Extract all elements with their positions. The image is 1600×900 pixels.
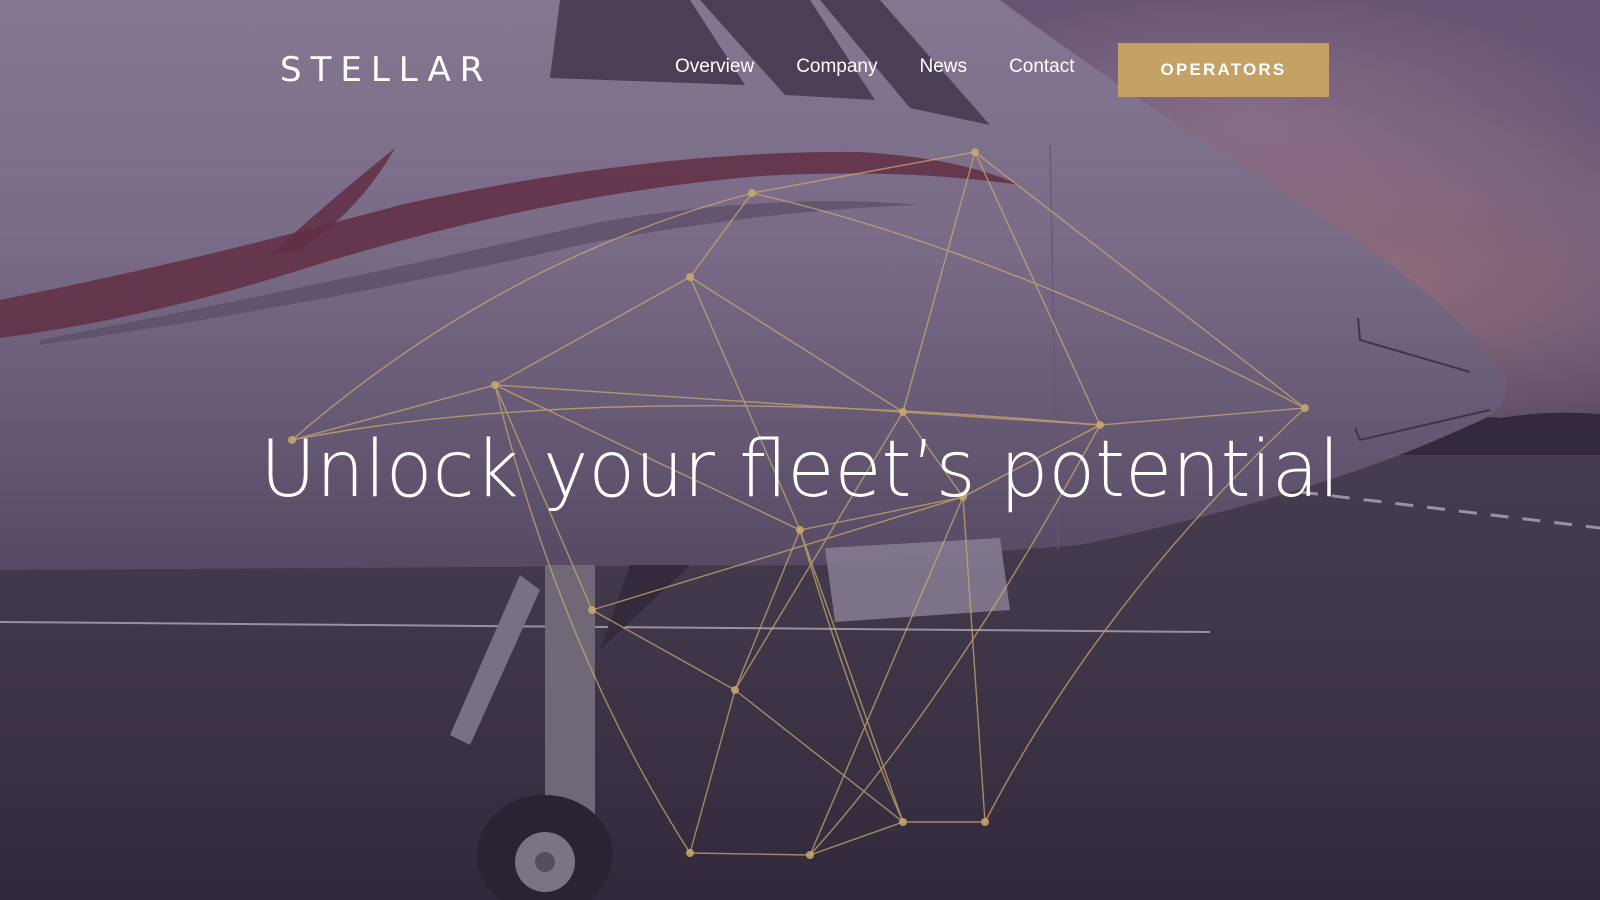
site-header: STELLAR Overview Company News Contact OP… <box>0 0 1600 140</box>
brand-logo[interactable]: STELLAR <box>280 50 492 90</box>
main-nav: Overview Company News Contact <box>675 56 1075 78</box>
nav-item-news[interactable]: News <box>920 56 968 78</box>
hero-headline: Unlock your fleet’s potential <box>260 425 1340 515</box>
hero-section: STELLAR Overview Company News Contact OP… <box>0 0 1600 900</box>
nav-item-overview[interactable]: Overview <box>675 56 754 78</box>
nav-item-company[interactable]: Company <box>796 56 877 78</box>
nav-item-contact[interactable]: Contact <box>1009 56 1074 78</box>
operators-button[interactable]: OPERATORS <box>1118 43 1329 97</box>
